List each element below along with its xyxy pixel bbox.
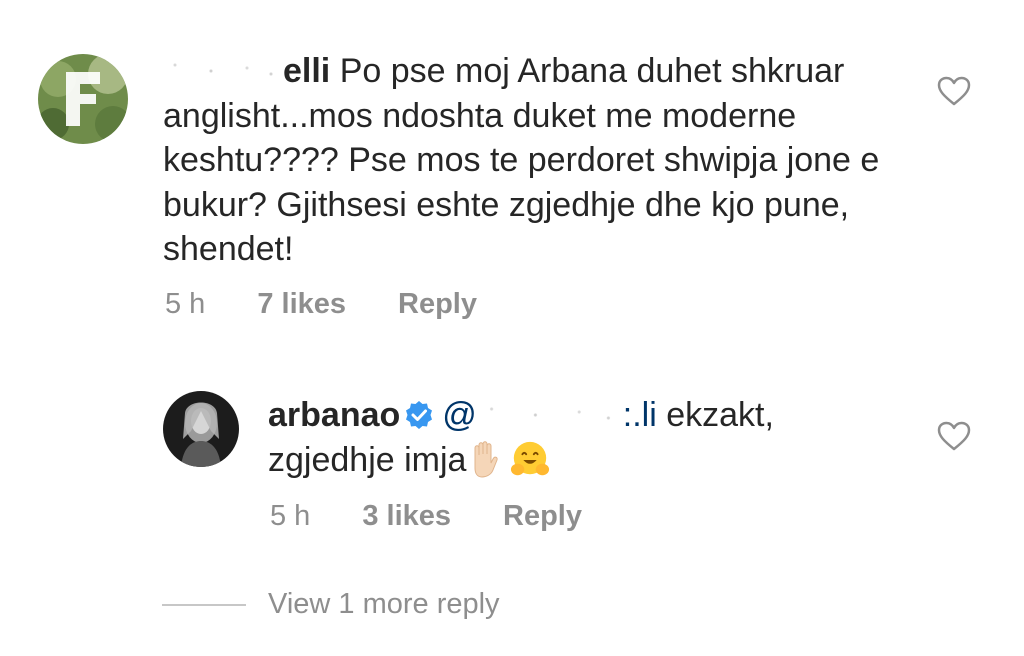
comment-2-text: arbanao @:.li ekzakt, zgjedhje imja bbox=[268, 393, 908, 482]
heart-icon[interactable] bbox=[936, 420, 972, 452]
comment-1-username[interactable]: elli bbox=[163, 52, 330, 90]
comment-2-body-line1: ekzakt, bbox=[666, 396, 774, 434]
comment-2-reply-button[interactable]: Reply bbox=[503, 500, 582, 533]
comment-1-text: elli Po pse moj Arbana duhet shkruar ang… bbox=[163, 49, 883, 272]
mention-link[interactable]: @:.li bbox=[442, 396, 657, 434]
view-more-replies-button[interactable]: View 1 more reply bbox=[268, 588, 500, 621]
comment-2-body-line2: zgjedhje imja bbox=[268, 440, 467, 479]
comment-2-likes[interactable]: 3 likes bbox=[362, 500, 451, 533]
comment-1-meta: 5 h 7 likes Reply bbox=[165, 288, 477, 321]
view-more-divider bbox=[162, 604, 246, 606]
verified-badge-icon bbox=[406, 401, 433, 429]
redacted-mention bbox=[476, 400, 623, 430]
comment-1-time: 5 h bbox=[165, 288, 206, 320]
avatar-commenter[interactable] bbox=[38, 54, 128, 144]
heart-icon[interactable] bbox=[936, 75, 972, 107]
comment-1-reply-button[interactable]: Reply bbox=[398, 288, 477, 321]
redacted-username bbox=[163, 56, 283, 86]
raised-hand-emoji-icon bbox=[474, 440, 499, 478]
comment-2-time: 5 h bbox=[270, 500, 311, 532]
hugging-face-emoji-icon bbox=[511, 441, 550, 475]
comment-1-likes[interactable]: 7 likes bbox=[257, 288, 346, 321]
avatar-arbanao[interactable] bbox=[163, 391, 239, 467]
comment-2-meta: 5 h 3 likes Reply bbox=[270, 500, 582, 533]
comment-2-username[interactable]: arbanao bbox=[268, 396, 400, 434]
